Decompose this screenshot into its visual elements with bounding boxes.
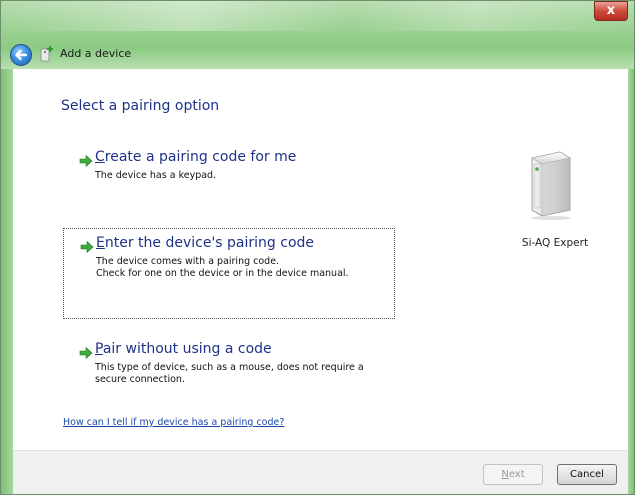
next-button[interactable]: Next (483, 464, 543, 485)
option-description-line-1: This type of device, such as a mouse, do… (95, 362, 364, 373)
option-title: Pair without using a code (95, 341, 272, 357)
button-bar: Next Cancel (13, 450, 628, 494)
content-area: Select a pairing option Create a pairing… (13, 69, 628, 450)
pairing-code-help-link[interactable]: How can I tell if my device has a pairin… (63, 417, 284, 428)
option-enter-pairing-code[interactable]: Enter the device's pairing code The devi… (63, 228, 395, 319)
option-create-pairing-code[interactable]: Create a pairing code for me The device … (63, 143, 395, 193)
back-button[interactable] (10, 44, 32, 66)
green-arrow-icon (79, 347, 93, 359)
computer-tower-icon[interactable] (526, 148, 576, 220)
option-description-line-2: Check for one on the device or in the de… (96, 268, 349, 279)
option-description: The device has a keypad. (95, 170, 217, 181)
cancel-button[interactable]: Cancel (557, 464, 617, 485)
option-pair-without-code[interactable]: Pair without using a code This type of d… (63, 335, 395, 393)
add-device-window: x Add a device Select a pairing option C… (0, 0, 635, 495)
window-frame-right (628, 69, 634, 494)
back-arrow-icon (15, 49, 28, 61)
window-frame-left (1, 69, 13, 494)
close-button[interactable]: x (594, 1, 628, 21)
window-title: Add a device (60, 47, 132, 60)
page-heading: Select a pairing option (61, 98, 220, 114)
green-arrow-icon (79, 155, 93, 167)
option-description-line-2: secure connection. (95, 374, 185, 385)
device-name-label: Si-AQ Expert (521, 237, 589, 249)
option-title: Enter the device's pairing code (96, 235, 315, 251)
option-title: Create a pairing code for me (95, 149, 297, 165)
option-description-line-1: The device comes with a pairing code. (96, 256, 280, 267)
add-device-icon (40, 46, 53, 62)
green-arrow-icon (80, 241, 94, 253)
